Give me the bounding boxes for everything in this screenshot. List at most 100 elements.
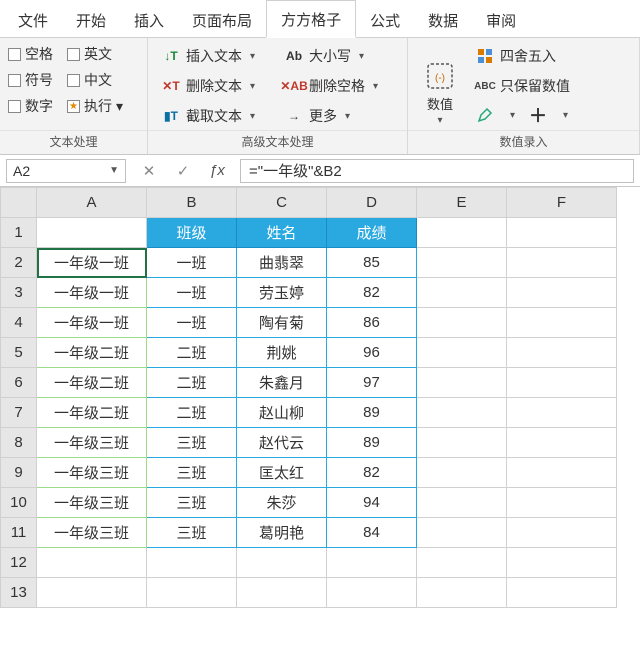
cell[interactable]: 二班 [147, 338, 237, 368]
cell[interactable]: 85 [327, 248, 417, 278]
cell[interactable]: 96 [327, 338, 417, 368]
cell[interactable]: 一年级二班 [37, 368, 147, 398]
cell[interactable]: 三班 [147, 428, 237, 458]
cell[interactable] [147, 548, 237, 578]
row-head[interactable]: 4 [1, 308, 37, 338]
cell[interactable] [37, 578, 147, 608]
cell[interactable] [417, 548, 507, 578]
row-head[interactable]: 6 [1, 368, 37, 398]
cell[interactable] [417, 398, 507, 428]
cell[interactable]: 成绩 [327, 218, 417, 248]
col-head-d[interactable]: D [327, 188, 417, 218]
cell[interactable] [417, 488, 507, 518]
row-head[interactable]: 5 [1, 338, 37, 368]
cell[interactable]: 荆姚 [237, 338, 327, 368]
cell[interactable]: 朱鑫月 [237, 368, 327, 398]
cell[interactable] [417, 458, 507, 488]
menu-tab-file[interactable]: 文件 [4, 2, 62, 37]
cell[interactable] [327, 578, 417, 608]
cell[interactable]: 陶有菊 [237, 308, 327, 338]
cell[interactable] [507, 398, 617, 428]
cell[interactable]: 一年级一班 [37, 278, 147, 308]
cell[interactable] [507, 338, 617, 368]
btn-keep-numeric[interactable]: ABC 只保留数值 [470, 74, 576, 98]
confirm-button[interactable]: ✓ [170, 162, 196, 180]
cell[interactable] [147, 578, 237, 608]
cancel-button[interactable]: ✕ [136, 162, 162, 180]
cell[interactable]: 82 [327, 278, 417, 308]
cell[interactable]: 一年级一班 [37, 248, 147, 278]
row-head[interactable]: 8 [1, 428, 37, 458]
cell[interactable] [507, 248, 617, 278]
btn-more[interactable]: →更多▾ [279, 104, 384, 128]
cell[interactable]: 84 [327, 518, 417, 548]
row-head[interactable]: 12 [1, 548, 37, 578]
name-box[interactable]: A2▼ [6, 159, 126, 183]
cell[interactable]: 94 [327, 488, 417, 518]
cell[interactable] [237, 548, 327, 578]
row-head[interactable]: 9 [1, 458, 37, 488]
cell[interactable]: 赵代云 [237, 428, 327, 458]
row-head[interactable]: 11 [1, 518, 37, 548]
btn-delete-space[interactable]: ✕AB删除空格▾ [279, 74, 384, 98]
cell[interactable]: 一年级三班 [37, 458, 147, 488]
cell[interactable]: 一班 [147, 248, 237, 278]
cell[interactable]: 97 [327, 368, 417, 398]
row-head[interactable]: 13 [1, 578, 37, 608]
cell[interactable] [417, 428, 507, 458]
cell[interactable] [417, 218, 507, 248]
cell[interactable]: 89 [327, 428, 417, 458]
col-head-e[interactable]: E [417, 188, 507, 218]
menu-tab-data[interactable]: 数据 [414, 2, 472, 37]
opt-symbol[interactable]: 符号 [8, 70, 53, 90]
cell[interactable] [417, 308, 507, 338]
cell[interactable] [417, 248, 507, 278]
fx-button[interactable]: ƒx [204, 162, 230, 180]
cell[interactable] [507, 578, 617, 608]
cell[interactable] [417, 368, 507, 398]
cell[interactable]: 一年级二班 [37, 398, 147, 428]
cell[interactable]: 一班 [147, 308, 237, 338]
btn-round[interactable]: 四舍五入 [470, 44, 576, 68]
cell[interactable]: 一年级二班 [37, 338, 147, 368]
cell[interactable]: 一年级三班 [37, 428, 147, 458]
opt-number[interactable]: 数字 [8, 96, 53, 116]
opt-english[interactable]: 英文 [67, 44, 123, 64]
cell[interactable]: 三班 [147, 518, 237, 548]
col-head-c[interactable]: C [237, 188, 327, 218]
menu-tab-formula[interactable]: 公式 [356, 2, 414, 37]
menu-tab-home[interactable]: 开始 [62, 2, 120, 37]
cell[interactable]: 一班 [147, 278, 237, 308]
btn-case[interactable]: Ab大小写▾ [279, 44, 384, 68]
cell[interactable] [237, 578, 327, 608]
btn-numeric[interactable]: (-) 数值▾ [416, 44, 464, 128]
row-head[interactable]: 7 [1, 398, 37, 428]
cell[interactable] [507, 458, 617, 488]
cell[interactable]: 一年级一班 [37, 308, 147, 338]
cell[interactable]: 匡太红 [237, 458, 327, 488]
cell[interactable]: 二班 [147, 398, 237, 428]
sheet-area[interactable]: A B C D E F 1班级姓名成绩2一年级一班一班曲翡翠853一年级一班一班… [0, 187, 640, 608]
menu-tab-review[interactable]: 审阅 [472, 2, 530, 37]
cell[interactable] [507, 488, 617, 518]
cell[interactable]: 班级 [147, 218, 237, 248]
row-head[interactable]: 2 [1, 248, 37, 278]
menu-tab-layout[interactable]: 页面布局 [178, 2, 266, 37]
cell[interactable]: 三班 [147, 488, 237, 518]
cell[interactable]: 86 [327, 308, 417, 338]
cell[interactable] [507, 308, 617, 338]
menu-tab-insert[interactable]: 插入 [120, 2, 178, 37]
opt-chinese[interactable]: 中文 [67, 70, 123, 90]
cell[interactable] [507, 278, 617, 308]
cell[interactable] [507, 548, 617, 578]
cell[interactable]: 劳玉婷 [237, 278, 327, 308]
cell[interactable] [507, 518, 617, 548]
formula-input[interactable]: ="一年级"&B2 [240, 159, 634, 183]
cell[interactable] [417, 278, 507, 308]
cell[interactable]: 89 [327, 398, 417, 428]
btn-delete-text[interactable]: ✕T删除文本▾ [156, 74, 261, 98]
btn-insert-text[interactable]: ↓T插入文本▾ [156, 44, 261, 68]
opt-space[interactable]: 空格 [8, 44, 53, 64]
cell[interactable] [417, 578, 507, 608]
cell[interactable]: 82 [327, 458, 417, 488]
